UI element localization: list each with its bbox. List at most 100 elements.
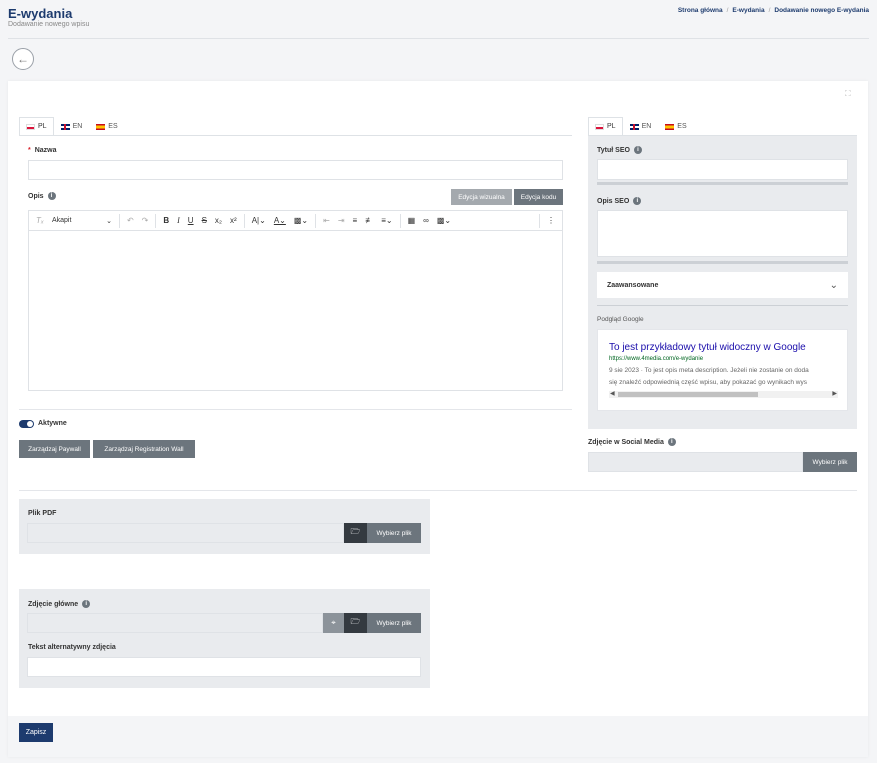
scroll-left-icon[interactable]: ◀: [610, 390, 615, 397]
pdf-browse-button[interactable]: 🗁: [344, 523, 367, 543]
active-toggle[interactable]: [19, 420, 34, 428]
main-image-label: Zdjęcie główne i: [28, 600, 91, 608]
redo-icon[interactable]: ↷: [142, 216, 149, 225]
section-divider: [19, 409, 572, 410]
lang-tabs-seo: PL EN ES: [588, 117, 857, 136]
toolbar-divider: [155, 213, 157, 228]
pdf-file-path: [27, 523, 344, 543]
main-image-choose-button[interactable]: Wybierz plik: [367, 613, 421, 633]
flag-es-icon: [96, 123, 106, 130]
breadcrumb: Strona główna / E-wydania / Dodawanie nowego…: [677, 7, 869, 14]
bold-icon[interactable]: B: [163, 216, 169, 225]
alt-text-label: Tekst alternatywny zdjęcia: [28, 644, 116, 651]
alt-text-input[interactable]: [27, 657, 421, 677]
highlight-icon[interactable]: ▩⌄: [294, 216, 308, 225]
info-icon[interactable]: i: [82, 600, 91, 608]
subscript-icon[interactable]: x₂: [215, 216, 222, 225]
toolbar-divider: [539, 213, 540, 228]
numbered-list-icon[interactable]: ≢: [365, 216, 373, 225]
social-image-choose-button[interactable]: Wybierz plik: [803, 452, 857, 472]
manage-paywall-button[interactable]: Zarządzaj Paywall: [19, 440, 90, 458]
visual-edit-button[interactable]: Edycja wizualna: [451, 189, 512, 205]
lang-tabs-content: PL EN ES: [19, 117, 572, 136]
toolbar-divider: [118, 213, 120, 228]
seo-title-input[interactable]: [597, 159, 848, 180]
info-icon[interactable]: i: [47, 192, 56, 200]
strikethrough-icon[interactable]: S: [202, 216, 207, 225]
link-icon[interactable]: ∞: [423, 216, 429, 225]
horizontal-scrollbar[interactable]: ◀ ▶: [609, 391, 838, 398]
flag-en-icon: [629, 123, 639, 130]
manage-registration-wall-button[interactable]: Zarządzaj Registration Wall: [93, 440, 195, 458]
seo-tab-pl[interactable]: PL: [588, 117, 623, 135]
clear-format-icon[interactable]: Tₓ: [36, 216, 44, 225]
pdf-label: Plik PDF: [28, 510, 57, 517]
main-image-browse-button[interactable]: 🗁: [344, 613, 367, 633]
more-options-icon[interactable]: ⋮: [547, 216, 555, 225]
info-icon[interactable]: i: [667, 438, 676, 446]
underline-icon[interactable]: U: [188, 216, 194, 225]
editor-content-area[interactable]: [29, 231, 562, 391]
pdf-choose-button[interactable]: Wybierz plik: [367, 523, 421, 543]
crop-button[interactable]: ⌖: [323, 613, 344, 633]
main-image-path: [27, 613, 323, 633]
flag-pl-icon: [26, 123, 35, 130]
superscript-icon[interactable]: x²: [230, 216, 237, 225]
google-preview-desc-1: 9 sie 2023 · To jest opis meta descripti…: [609, 367, 809, 374]
scrollbar-thumb[interactable]: [618, 392, 758, 397]
media-library-icon[interactable]: ▦: [408, 216, 416, 225]
align-icon[interactable]: ≡⌄: [381, 216, 392, 225]
editor-toolbar: Tₓ Akapit ⌄ ↶ ↷ B I U S x₂ x² A|⌄ A⌄ ▩⌄ ⇤…: [29, 211, 562, 231]
name-label: * Nazwa: [28, 147, 57, 154]
seo-tab-en[interactable]: EN: [623, 117, 659, 135]
flag-es-icon: [665, 123, 675, 130]
bullet-list-icon[interactable]: ≡: [353, 216, 358, 225]
arrow-left-icon: ←: [17, 52, 29, 66]
folder-icon: 🗁: [350, 617, 361, 626]
font-size-icon[interactable]: A|⌄: [252, 216, 266, 225]
save-button[interactable]: Zapisz: [19, 723, 53, 742]
active-label: Aktywne: [38, 420, 67, 427]
info-icon[interactable]: i: [633, 146, 642, 154]
form-footer: [8, 716, 868, 757]
tab-en[interactable]: EN: [54, 117, 90, 135]
back-button[interactable]: ←: [12, 48, 34, 70]
folder-icon: 🗁: [350, 527, 361, 536]
google-preview-title: To jest przykładowy tytuł widoczny w Goo…: [609, 342, 806, 353]
advanced-accordion[interactable]: Zaawansowane ⌄: [597, 272, 848, 298]
google-preview-label: Podgląd Google: [597, 316, 644, 323]
flag-pl-icon: [595, 123, 604, 130]
page-subtitle: Dodawanie nowego wpisu: [8, 21, 90, 28]
flag-en-icon: [60, 123, 70, 130]
seo-tab-es[interactable]: ES: [658, 117, 693, 135]
tab-pl[interactable]: PL: [19, 117, 54, 135]
outdent-icon[interactable]: ⇤: [323, 216, 330, 225]
breadcrumb-e-wydania[interactable]: E-wydania: [732, 7, 764, 14]
undo-icon[interactable]: ↶: [127, 216, 134, 225]
seo-description-textarea[interactable]: [597, 210, 848, 257]
scroll-right-icon[interactable]: ▶: [832, 390, 837, 397]
google-preview-desc-2: się znaleźć odpowiednią część wpisu, aby…: [609, 379, 807, 386]
tab-es[interactable]: ES: [89, 117, 124, 135]
embed-media-icon[interactable]: ▩⌄: [437, 216, 451, 225]
seo-description-label: Opis SEO i: [597, 197, 642, 205]
rich-text-editor: Tₓ Akapit ⌄ ↶ ↷ B I U S x₂ x² A|⌄ A⌄ ▩⌄ ⇤…: [28, 210, 563, 391]
fullscreen-icon[interactable]: ⛶: [845, 90, 853, 98]
name-input[interactable]: [28, 160, 563, 180]
toolbar-divider: [399, 213, 401, 228]
info-icon[interactable]: i: [633, 197, 642, 205]
breadcrumb-home[interactable]: Strona główna: [678, 7, 723, 14]
indent-icon[interactable]: ⇥: [338, 216, 345, 225]
code-edit-button[interactable]: Edycja kodu: [514, 189, 563, 205]
section-divider: [597, 305, 848, 306]
toolbar-divider: [243, 213, 245, 228]
font-color-icon[interactable]: A⌄: [274, 216, 286, 225]
paragraph-style-select[interactable]: Akapit ⌄: [52, 217, 112, 225]
description-label: Opis i: [28, 192, 56, 200]
seo-title-label: Tytuł SEO i: [597, 146, 642, 154]
social-image-path: [588, 452, 803, 472]
italic-icon[interactable]: I: [177, 216, 180, 225]
chevron-down-icon: ⌄: [829, 279, 838, 291]
google-preview-url: https://www.4media.com/e-wydanie: [609, 356, 704, 362]
crop-icon: ⌖: [331, 618, 336, 627]
